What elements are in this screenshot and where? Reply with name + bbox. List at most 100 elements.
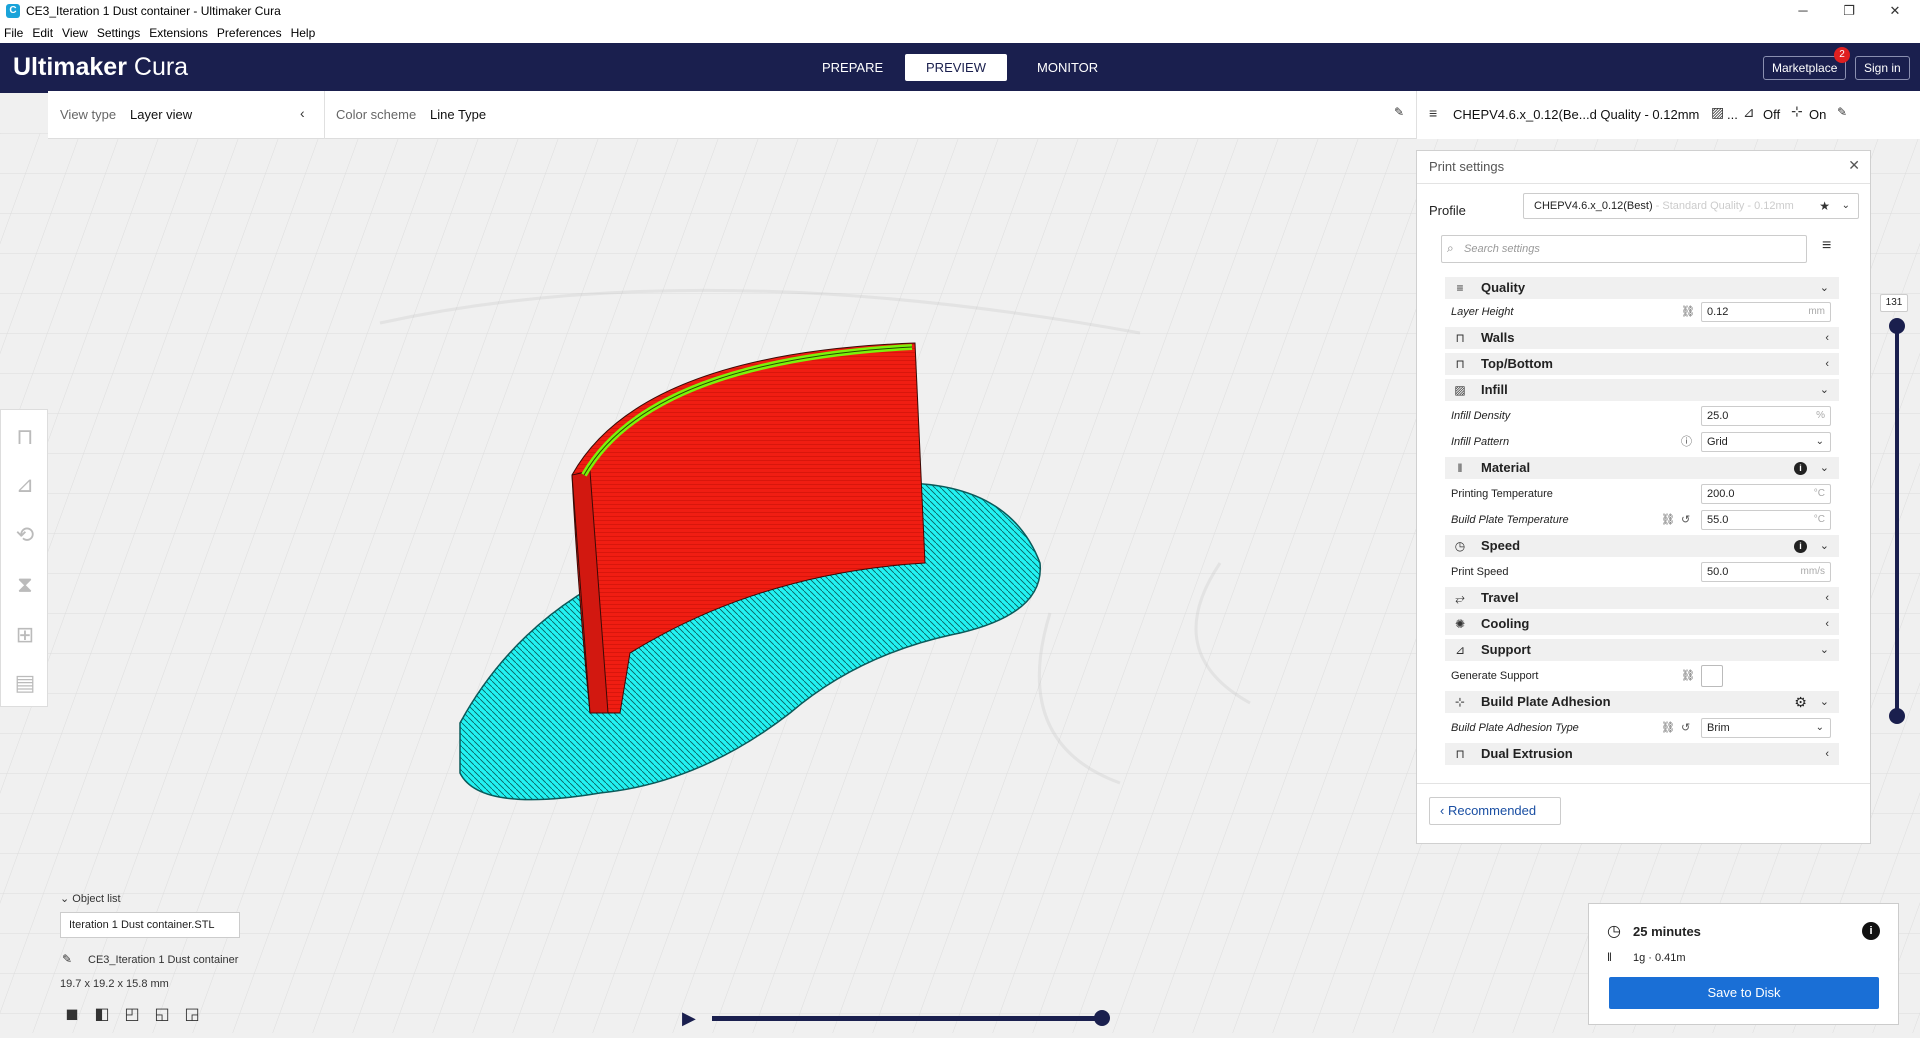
view-type-select[interactable]: Layer view bbox=[130, 107, 192, 122]
pencil-icon[interactable]: ✎ bbox=[1837, 105, 1847, 119]
settings-visibility-menu-icon[interactable]: ≡ bbox=[1822, 237, 1831, 255]
restore-button[interactable]: ❐ bbox=[1826, 0, 1872, 22]
recommended-button[interactable]: ‹ Recommended bbox=[1429, 797, 1561, 825]
print-temp-field[interactable]: 200.0 °C bbox=[1701, 484, 1831, 504]
app-header: Ultimaker Cura PREPARE PREVIEW MONITOR M… bbox=[0, 43, 1920, 93]
layer-height-field[interactable]: 0.12 mm bbox=[1701, 302, 1831, 322]
category-infill[interactable]: ▨ Infill ⌄ bbox=[1445, 379, 1839, 401]
chevron-down-icon: ⌄ bbox=[1819, 644, 1829, 656]
layer-number-input[interactable]: 131 bbox=[1880, 294, 1908, 312]
reset-icon[interactable]: ↺ bbox=[1681, 717, 1690, 739]
save-to-disk-button[interactable]: Save to Disk bbox=[1609, 977, 1879, 1009]
infill-pattern-select[interactable]: Grid ⌄ bbox=[1701, 432, 1831, 452]
right-view-icon[interactable]: ◲ bbox=[182, 1005, 202, 1025]
category-material[interactable]: ‖ Material i ⌄ bbox=[1445, 457, 1839, 479]
chevron-down-icon: ⌄ bbox=[1819, 696, 1829, 708]
print-time: 25 minutes bbox=[1633, 924, 1701, 939]
category-walls[interactable]: ⊓ Walls ‹ bbox=[1445, 327, 1839, 349]
material-icon: ‖ bbox=[1607, 950, 1612, 964]
category-quality[interactable]: ≡ Quality ⌄ bbox=[1445, 277, 1839, 299]
move-tool-icon[interactable]: ⊓ bbox=[10, 422, 40, 452]
adhesion-icon: ⊹ bbox=[1454, 695, 1466, 709]
chevron-left-icon[interactable]: ‹ bbox=[300, 105, 305, 121]
adhesion-type-select[interactable]: Brim ⌄ bbox=[1701, 718, 1831, 738]
quality-icon: ≡ bbox=[1456, 281, 1464, 295]
category-topbottom[interactable]: ⊓ Top/Bottom ‹ bbox=[1445, 353, 1839, 375]
dual-extrusion-icon: ⊓ bbox=[1455, 747, 1465, 761]
chevron-down-icon: ⌄ bbox=[1841, 194, 1850, 218]
menu-help[interactable]: Help bbox=[291, 26, 316, 40]
scale-tool-icon[interactable]: ⊿ bbox=[10, 470, 40, 500]
rotate-tool-icon[interactable]: ⟲ bbox=[10, 520, 40, 550]
pencil-icon[interactable]: ✎ bbox=[62, 952, 72, 966]
tab-preview[interactable]: PREVIEW bbox=[905, 54, 1007, 81]
menu-bar: File Edit View Settings Extensions Prefe… bbox=[0, 22, 1920, 43]
3d-view-icon[interactable]: ◼ bbox=[62, 1005, 82, 1025]
material-icon: ‖ bbox=[1457, 461, 1463, 475]
print-settings-panel: Print settings ✕ Profile CHEPV4.6.x_0.12… bbox=[1416, 150, 1871, 844]
marketplace-button[interactable]: Marketplace bbox=[1763, 56, 1847, 80]
object-list-item[interactable]: Iteration 1 Dust container.STL bbox=[60, 912, 240, 938]
category-dual-extrusion[interactable]: ⊓ Dual Extrusion ‹ bbox=[1445, 743, 1839, 765]
tab-monitor[interactable]: MONITOR bbox=[1017, 54, 1118, 81]
category-speed[interactable]: ◷ Speed i ⌄ bbox=[1445, 535, 1839, 557]
infill-density-field[interactable]: 25.0% bbox=[1701, 406, 1831, 426]
category-support[interactable]: ⊿ Support ⌄ bbox=[1445, 639, 1839, 661]
support-icon: ⊿ bbox=[1743, 104, 1755, 120]
generate-support-checkbox[interactable] bbox=[1701, 665, 1723, 687]
walls-icon: ⊓ bbox=[1455, 331, 1465, 345]
clock-icon: ◷ bbox=[1607, 923, 1621, 940]
minimize-button[interactable]: ─ bbox=[1780, 0, 1826, 22]
left-view-icon[interactable]: ◱ bbox=[152, 1005, 172, 1025]
panel-title: Print settings bbox=[1429, 159, 1505, 174]
print-speed-field[interactable]: 50.0 mm/s bbox=[1701, 562, 1831, 582]
star-icon[interactable]: ★ bbox=[1819, 194, 1830, 218]
print-setup-bar[interactable]: ≡ CHEPV4.6.x_0.12(Be...d Quality - 0.12m… bbox=[1416, 91, 1920, 139]
mirror-tool-icon[interactable]: ⧗ bbox=[10, 570, 40, 600]
info-icon[interactable]: i bbox=[1862, 922, 1880, 940]
category-travel[interactable]: ⥂ Travel ‹ bbox=[1445, 587, 1839, 609]
color-scheme-select[interactable]: Line Type bbox=[430, 107, 486, 122]
top-view-icon[interactable]: ◰ bbox=[122, 1005, 142, 1025]
front-view-icon[interactable]: ◧ bbox=[92, 1005, 112, 1025]
sign-in-button[interactable]: Sign in bbox=[1855, 56, 1910, 80]
support-blocker-icon[interactable]: ▤ bbox=[10, 668, 40, 698]
topbottom-icon: ⊓ bbox=[1455, 357, 1465, 371]
menu-settings[interactable]: Settings bbox=[97, 26, 140, 40]
layer-slider-bottom-handle[interactable] bbox=[1889, 708, 1905, 724]
menu-edit[interactable]: Edit bbox=[32, 26, 53, 40]
path-slider-track[interactable] bbox=[712, 1016, 1102, 1021]
menu-view[interactable]: View bbox=[62, 26, 88, 40]
chevron-left-icon: ‹ bbox=[1825, 358, 1829, 370]
object-dimensions: 19.7 x 19.2 x 15.8 mm bbox=[60, 978, 169, 990]
close-window-button[interactable]: ✕ bbox=[1872, 0, 1918, 22]
pencil-icon[interactable]: ✎ bbox=[1394, 105, 1404, 119]
chevron-left-icon: ‹ bbox=[1440, 803, 1448, 818]
search-input[interactable]: Search settings bbox=[1441, 235, 1807, 263]
setting-infill-pattern: Infill Pattern ⓘ Grid ⌄ bbox=[1445, 431, 1839, 453]
material-usage: 1g · 0.41m bbox=[1633, 952, 1686, 964]
menu-preferences[interactable]: Preferences bbox=[217, 26, 282, 40]
play-icon[interactable]: ▶ bbox=[682, 1008, 696, 1029]
adhesion-icon: ⊹ bbox=[1791, 103, 1803, 119]
menu-file[interactable]: File bbox=[4, 26, 23, 40]
menu-extensions[interactable]: Extensions bbox=[149, 26, 208, 40]
chevron-left-icon: ‹ bbox=[1825, 748, 1829, 760]
category-cooling[interactable]: ✺ Cooling ‹ bbox=[1445, 613, 1839, 635]
profile-summary[interactable]: CHEPV4.6.x_0.12(Be...d Quality - 0.12mm bbox=[1453, 107, 1699, 122]
fan-icon: ✺ bbox=[1454, 617, 1466, 631]
category-build-plate-adhesion[interactable]: ⊹ Build Plate Adhesion ⚙ ⌄ bbox=[1445, 691, 1839, 713]
layer-slider-top-handle[interactable] bbox=[1889, 318, 1905, 334]
bed-temp-field[interactable]: 55.0 °C bbox=[1701, 510, 1831, 530]
support-state: Off bbox=[1763, 107, 1781, 122]
layer-slider-track[interactable] bbox=[1895, 325, 1899, 717]
profile-select[interactable]: CHEPV4.6.x_0.12(Best) - Standard Quality… bbox=[1523, 193, 1859, 219]
quality-icon: ≡ bbox=[1429, 105, 1438, 121]
path-slider-handle[interactable] bbox=[1094, 1010, 1110, 1026]
close-icon[interactable]: ✕ bbox=[1848, 157, 1860, 174]
tab-prepare[interactable]: PREPARE bbox=[802, 54, 903, 81]
chevron-left-icon: ‹ bbox=[1825, 592, 1829, 604]
object-list-toggle[interactable]: ⌄ Object list bbox=[60, 892, 121, 905]
reset-icon[interactable]: ↺ bbox=[1681, 509, 1690, 531]
per-model-settings-icon[interactable]: ⊞ bbox=[10, 620, 40, 650]
